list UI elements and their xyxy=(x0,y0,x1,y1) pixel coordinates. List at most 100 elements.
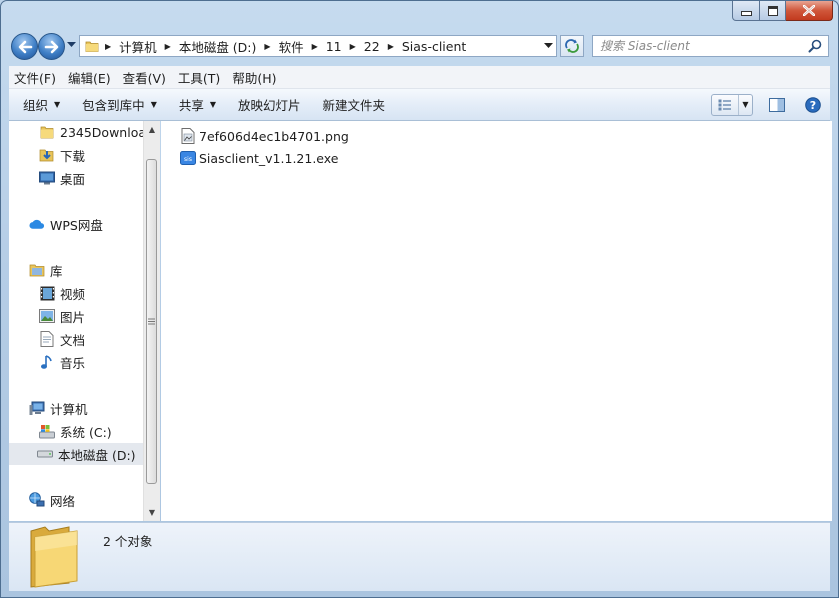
music-icon xyxy=(39,354,55,370)
nav-item-label: 2345Downloads xyxy=(60,124,143,140)
chevron-down-icon xyxy=(543,43,553,48)
nav-item-label: 文档 xyxy=(60,332,86,348)
maximize-icon xyxy=(767,5,778,16)
nav-item-label: 系统 (C:) xyxy=(60,424,112,440)
nav-item-label: 计算机 xyxy=(50,401,88,417)
change-view-button[interactable]: ▼ xyxy=(711,93,753,116)
minimize-button[interactable] xyxy=(732,1,760,21)
navigation-pane[interactable]: 2345Downloads 下载 桌面 WPS网盘 库 xyxy=(9,121,143,521)
download-folder-icon xyxy=(39,147,55,163)
include-in-library-label: 包含到库中 xyxy=(82,98,145,113)
arrow-right-icon xyxy=(44,40,58,53)
breadcrumb-separator-icon[interactable]: ▶ xyxy=(262,42,272,51)
breadcrumb-separator-icon[interactable]: ▶ xyxy=(103,42,113,51)
nav-item-desktop[interactable]: 桌面 xyxy=(39,167,85,189)
nav-item-computer[interactable]: 计算机 xyxy=(29,397,88,419)
breadcrumb-separator-icon[interactable]: ▶ xyxy=(386,42,396,51)
nav-item-music[interactable]: 音乐 xyxy=(39,351,85,373)
chevron-down-icon[interactable]: ▼ xyxy=(739,100,752,109)
menu-file[interactable]: 文件(F) xyxy=(9,68,61,87)
nav-item-drive-c[interactable]: 系统 (C:) xyxy=(39,420,112,442)
file-name: 7ef606d4ec1b4701.png xyxy=(199,128,349,144)
chevron-down-icon: ▼ xyxy=(209,100,217,109)
nav-item-documents[interactable]: 文档 xyxy=(39,328,85,350)
nav-item-label: 图片 xyxy=(60,309,86,325)
breadcrumb-11[interactable]: 11 xyxy=(320,39,348,54)
breadcrumb-22[interactable]: 22 xyxy=(358,39,386,54)
arrow-left-icon xyxy=(18,40,32,53)
svg-text:sis: sis xyxy=(184,156,192,163)
nav-item-drive-d[interactable]: 本地磁盘 (D:) xyxy=(9,443,143,465)
menu-tools[interactable]: 工具(T) xyxy=(173,68,225,87)
preview-pane-icon xyxy=(769,97,785,112)
breadcrumb-sias-client[interactable]: Sias-client xyxy=(396,39,472,54)
grip-icon xyxy=(148,318,155,325)
nav-item-downloads[interactable]: 下载 xyxy=(39,144,85,166)
computer-icon xyxy=(29,400,45,416)
menu-edit[interactable]: 编辑(E) xyxy=(63,68,116,87)
nav-item-label: 下载 xyxy=(60,148,86,164)
document-icon xyxy=(39,331,55,347)
details-pane: 2 个对象 xyxy=(9,522,830,591)
menu-help[interactable]: 帮助(H) xyxy=(227,68,281,87)
command-bar: 组织 ▼ 包含到库中 ▼ 共享 ▼ 放映幻灯片 新建文件夹 ▼ ? xyxy=(9,89,830,121)
breadcrumb-separator-icon[interactable]: ▶ xyxy=(310,42,320,51)
breadcrumb-drive-d[interactable]: 本地磁盘 (D:) xyxy=(173,37,263,56)
preview-pane-button[interactable] xyxy=(765,94,789,116)
back-button[interactable] xyxy=(11,33,38,60)
file-list[interactable]: 7ef606d4ec1b4701.png sis Siasclient_v1.1… xyxy=(161,121,832,521)
menu-view[interactable]: 查看(V) xyxy=(118,68,171,87)
help-button[interactable]: ? xyxy=(801,94,825,116)
search-input[interactable] xyxy=(593,36,808,56)
breadcrumb-separator-icon[interactable]: ▶ xyxy=(163,42,173,51)
nav-item-label: 网络 xyxy=(50,493,76,509)
close-button[interactable] xyxy=(786,1,833,21)
slideshow-button[interactable]: 放映幻灯片 xyxy=(230,95,309,114)
menu-bar: 文件(F) 编辑(E) 查看(V) 工具(T) 帮助(H) xyxy=(9,66,830,89)
desktop-icon xyxy=(39,170,55,186)
nav-item-label: 音乐 xyxy=(60,355,86,371)
address-bar[interactable]: ▶ 计算机 ▶ 本地磁盘 (D:) ▶ 软件 ▶ 11 ▶ 22 ▶ Sias-… xyxy=(79,35,557,57)
navigation-pane-scrollbar[interactable]: ▲ ▼ xyxy=(143,121,160,521)
close-icon xyxy=(803,5,815,16)
maximize-button[interactable] xyxy=(760,1,786,21)
nav-item-libraries[interactable]: 库 xyxy=(29,259,63,281)
organize-label: 组织 xyxy=(23,98,49,113)
breadcrumb-separator-icon[interactable]: ▶ xyxy=(348,42,358,51)
nav-item-network[interactable]: 网络 xyxy=(29,489,75,511)
include-in-library-button[interactable]: 包含到库中 ▼ xyxy=(74,95,165,114)
share-button[interactable]: 共享 ▼ xyxy=(171,95,224,114)
explorer-window: ▶ 计算机 ▶ 本地磁盘 (D:) ▶ 软件 ▶ 11 ▶ 22 ▶ Sias-… xyxy=(0,0,839,598)
nav-item-label: 桌面 xyxy=(60,171,86,187)
forward-button[interactable] xyxy=(38,33,65,60)
new-folder-button[interactable]: 新建文件夹 xyxy=(315,95,394,114)
refresh-button[interactable] xyxy=(560,35,584,57)
help-icon: ? xyxy=(805,96,821,113)
nav-item-2345downloads[interactable]: 2345Downloads xyxy=(39,121,143,143)
recent-pages-chevron-icon[interactable] xyxy=(67,42,76,48)
nav-item-videos[interactable]: 视频 xyxy=(39,282,85,304)
nav-item-pictures[interactable]: 图片 xyxy=(39,305,85,327)
search-box[interactable] xyxy=(592,35,829,57)
address-history-button[interactable] xyxy=(540,43,556,49)
nav-item-label: 视频 xyxy=(60,286,86,302)
nav-item-wps-cloud[interactable]: WPS网盘 xyxy=(29,213,103,235)
scroll-down-arrow-icon[interactable]: ▼ xyxy=(144,504,160,521)
list-item[interactable]: sis Siasclient_v1.1.21.exe xyxy=(180,148,338,168)
caption-buttons xyxy=(732,1,833,21)
command-bar-right: ▼ ? xyxy=(711,93,825,116)
breadcrumb-software[interactable]: 软件 xyxy=(273,37,310,56)
nav-item-label: 本地磁盘 (D:) xyxy=(58,447,136,463)
file-name: Siasclient_v1.1.21.exe xyxy=(199,150,339,166)
list-item[interactable]: 7ef606d4ec1b4701.png xyxy=(180,126,349,146)
video-icon xyxy=(39,285,55,301)
scroll-up-arrow-icon[interactable]: ▲ xyxy=(144,121,160,138)
scrollbar-thumb[interactable] xyxy=(146,159,157,484)
chevron-down-icon: ▼ xyxy=(54,100,61,109)
breadcrumb-computer[interactable]: 计算机 xyxy=(113,37,163,56)
folder-icon xyxy=(39,124,55,140)
organize-button[interactable]: 组织 ▼ xyxy=(15,95,68,114)
navigation-row: ▶ 计算机 ▶ 本地磁盘 (D:) ▶ 软件 ▶ 11 ▶ 22 ▶ Sias-… xyxy=(1,32,838,62)
search-icon[interactable] xyxy=(808,39,822,53)
nav-item-label: WPS网盘 xyxy=(50,217,103,233)
